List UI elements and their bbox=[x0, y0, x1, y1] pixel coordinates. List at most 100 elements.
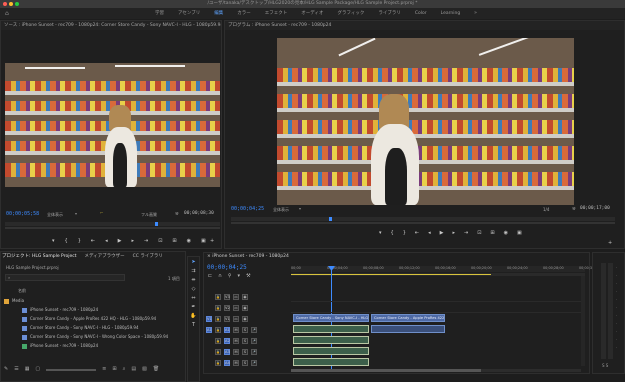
mute-button[interactable]: M bbox=[233, 348, 239, 355]
work-area-bar[interactable] bbox=[291, 273, 585, 276]
source-dropdown-icon[interactable]: ▾ bbox=[75, 211, 77, 216]
project-list-item[interactable]: Media bbox=[4, 296, 176, 305]
a4-clip[interactable] bbox=[293, 358, 369, 366]
program-in-point-icon[interactable]: { bbox=[391, 230, 394, 236]
workspace-tab-0[interactable]: 学習 bbox=[148, 8, 171, 19]
source-marker-icon[interactable]: ⌐ bbox=[100, 210, 103, 215]
compare-icon[interactable]: ▣ bbox=[517, 230, 522, 236]
home-icon[interactable]: ⌂ bbox=[5, 10, 12, 17]
ripple-edit-tool-icon[interactable]: ⇹ bbox=[190, 277, 197, 284]
wrench-icon[interactable]: ⚒ bbox=[175, 211, 179, 216]
track-target-a1[interactable]: A1 bbox=[224, 326, 230, 333]
mute-button[interactable]: M bbox=[233, 326, 239, 333]
workspace-tab-9[interactable]: Learning bbox=[434, 8, 468, 19]
workspace-tab-6[interactable]: グラフィック bbox=[330, 8, 371, 19]
play-icon[interactable]: ▶ bbox=[118, 238, 122, 244]
workspace-tab-4[interactable]: エフェクト bbox=[258, 8, 295, 19]
linked-selection-icon[interactable]: ⚲ bbox=[228, 273, 232, 279]
track-target-a4[interactable]: A4 bbox=[224, 359, 230, 366]
window-controls[interactable] bbox=[3, 2, 19, 6]
program-playhead[interactable] bbox=[329, 217, 332, 221]
program-go-to-in-icon[interactable]: ⇤ bbox=[415, 230, 419, 236]
timeline-ruler[interactable]: 00;00 00;00;04;00 00;00;08;00 00;00;12;00 00… bbox=[291, 266, 600, 272]
eye-icon[interactable]: ◉ bbox=[242, 304, 248, 311]
a2-clip[interactable] bbox=[293, 336, 369, 344]
track-target-v2[interactable]: V2 bbox=[224, 304, 230, 311]
sync-lock-icon[interactable]: ▭ bbox=[233, 315, 239, 322]
more-workspaces-icon[interactable]: » bbox=[474, 8, 477, 19]
nest-icon[interactable]: ⊏ bbox=[208, 273, 212, 279]
work-area-range[interactable] bbox=[291, 274, 491, 275]
program-export-frame-icon[interactable]: ◉ bbox=[504, 230, 508, 236]
workspace-tab-5[interactable]: オーディオ bbox=[294, 8, 330, 19]
insert-icon[interactable]: ⊡ bbox=[158, 238, 162, 244]
workspace-tab-7[interactable]: ライブラリ bbox=[371, 8, 408, 19]
trash-icon[interactable]: 🗑 bbox=[153, 366, 159, 372]
sync-lock-icon[interactable]: ▭ bbox=[233, 293, 239, 300]
source-playhead[interactable] bbox=[155, 222, 158, 226]
solo-button[interactable]: S bbox=[242, 337, 248, 344]
lock-icon[interactable]: ✎ bbox=[4, 366, 8, 372]
project-list-item[interactable]: iPhone Sunset - rec709 - 1080p24 bbox=[4, 305, 176, 314]
in-point-icon[interactable]: { bbox=[65, 238, 68, 244]
eye-icon[interactable]: ◉ bbox=[242, 293, 248, 300]
project-list-item[interactable]: Corner Store Candy - Sony NAVC-I - HLG -… bbox=[4, 323, 176, 332]
program-play-icon[interactable]: ▶ bbox=[440, 230, 444, 236]
lock-track-icon[interactable]: 🔒 bbox=[215, 304, 221, 311]
track-target-v3[interactable]: V3 bbox=[224, 293, 230, 300]
a3-clip[interactable] bbox=[293, 347, 369, 355]
track-target-v1[interactable]: V1 bbox=[224, 315, 230, 322]
program-resolution-select[interactable]: 1/4 bbox=[543, 207, 549, 212]
program-dropdown-icon[interactable]: ▾ bbox=[299, 206, 301, 211]
workspace-tab-1[interactable]: アセンブリ bbox=[171, 8, 207, 19]
freeform-view-icon[interactable]: ▢ bbox=[35, 366, 40, 372]
project-list-item[interactable]: Corner Store Candy - Sony NAVC-I - Wrong… bbox=[4, 332, 176, 341]
program-monitor-title[interactable]: プログラム : iPhone Sunset - rec709 - 1080p24 bbox=[225, 21, 624, 30]
program-scrub-bar[interactable] bbox=[231, 217, 615, 221]
export-frame-icon[interactable]: ◉ bbox=[187, 238, 191, 244]
list-view-icon[interactable]: ☰ bbox=[14, 366, 18, 372]
timeline-horizontal-scrollbar[interactable] bbox=[291, 369, 581, 372]
source-monitor-title[interactable]: ソース : iPhone Sunset - rec709 - 1080p24: … bbox=[1, 21, 221, 30]
lift-icon[interactable]: ⊡ bbox=[477, 230, 481, 236]
type-tool-icon[interactable]: T bbox=[190, 322, 197, 329]
new-item-icon[interactable]: ▧ bbox=[142, 366, 147, 372]
step-forward-icon[interactable]: ▸ bbox=[131, 238, 134, 244]
timeline-vertical-scrollbar[interactable] bbox=[581, 276, 585, 366]
source-resolution-select[interactable]: フル画質 bbox=[141, 212, 157, 218]
program-add-button-icon[interactable]: + bbox=[608, 240, 612, 246]
program-out-point-icon[interactable]: } bbox=[403, 230, 406, 236]
close-sequence-icon[interactable]: × bbox=[207, 254, 211, 259]
project-search-input[interactable]: ⌕ bbox=[5, 274, 125, 281]
razor-tool-icon[interactable]: ◇ bbox=[190, 286, 197, 293]
workspace-tab-3[interactable]: カラー bbox=[230, 8, 258, 19]
mic-icon[interactable]: 🎤 bbox=[251, 326, 257, 333]
lock-track-icon[interactable]: 🔒 bbox=[215, 315, 221, 322]
project-list-item[interactable]: Corner Store Candy - Apple ProRes 422 HQ… bbox=[4, 314, 176, 323]
lock-track-icon[interactable]: 🔒 bbox=[215, 348, 221, 355]
program-zoom-select[interactable]: 全体表示 bbox=[273, 207, 289, 213]
timeline-tab[interactable]: × iPhone Sunset - rec709 - 1080p24 bbox=[207, 254, 289, 259]
overwrite-icon[interactable]: ⊞ bbox=[172, 238, 176, 244]
source-scrub-bar[interactable] bbox=[5, 222, 220, 226]
mute-button[interactable]: M bbox=[233, 359, 239, 366]
track-select-tool-icon[interactable]: ⇉ bbox=[190, 268, 197, 275]
snap-icon[interactable]: ∩ bbox=[218, 273, 222, 279]
close-icon[interactable] bbox=[3, 2, 7, 6]
solo-button[interactable]: S bbox=[242, 326, 248, 333]
settings-icon[interactable]: ▣ bbox=[201, 238, 206, 244]
program-go-to-out-icon[interactable]: ⇥ bbox=[464, 230, 468, 236]
automate-icon[interactable]: ⊞ bbox=[112, 366, 116, 372]
timeline-settings-icon[interactable]: ⚒ bbox=[246, 273, 250, 279]
source-zoom-select[interactable]: 全体表示 bbox=[47, 212, 63, 218]
mute-button[interactable]: M bbox=[233, 337, 239, 344]
source-timecode-current[interactable]: 00;00;05;58 bbox=[6, 211, 39, 217]
slip-tool-icon[interactable]: ⇔ bbox=[190, 295, 197, 302]
lock-track-icon[interactable]: 🔒 bbox=[215, 326, 221, 333]
track-target-a2[interactable]: A2 bbox=[224, 337, 230, 344]
minimize-icon[interactable] bbox=[9, 2, 13, 6]
project-column-name[interactable]: 名前 bbox=[18, 288, 26, 294]
project-list-item[interactable]: iPhone Sunset - rec709 - 1080p24 bbox=[4, 341, 176, 350]
solo-button[interactable]: S bbox=[242, 348, 248, 355]
v1-clip-sony[interactable]: Corner Store Candy - Sony NAVC-I - HLG -… bbox=[293, 314, 369, 322]
